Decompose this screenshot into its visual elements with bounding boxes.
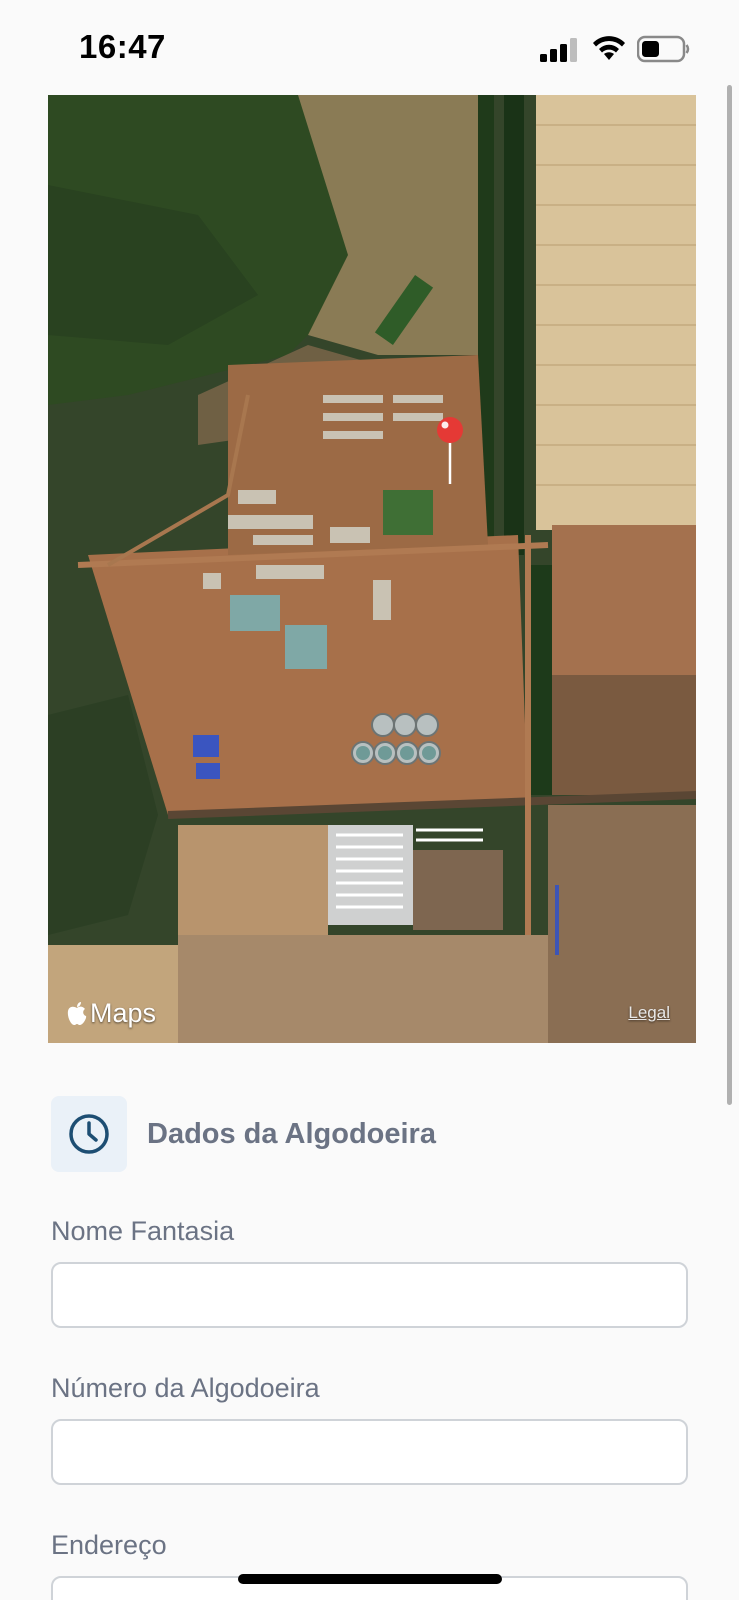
section-header: Dados da Algodoeira — [51, 1096, 436, 1172]
signal-icon — [540, 38, 577, 62]
nome-fantasia-label: Nome Fantasia — [51, 1216, 235, 1246]
maps-logo: Maps — [66, 998, 156, 1029]
map-legal-link[interactable]: Legal — [628, 1003, 670, 1023]
apple-logo-icon — [67, 1001, 87, 1025]
battery-icon — [637, 35, 690, 63]
numero-algodoeira-input[interactable] — [51, 1419, 688, 1485]
map-pin-icon[interactable] — [435, 416, 465, 486]
section-title: Dados da Algodoeira — [147, 1117, 436, 1150]
home-indicator[interactable] — [238, 1574, 502, 1584]
scroll-indicator[interactable] — [727, 85, 732, 1105]
section-icon-box — [51, 1096, 127, 1172]
maps-logo-text: Maps — [90, 998, 157, 1028]
nome-fantasia-input[interactable] — [51, 1262, 688, 1328]
status-time: 16:47 — [79, 28, 166, 65]
map-satellite-imagery — [48, 95, 696, 1043]
numero-algodoeira-label: Número da Algodoeira — [51, 1373, 320, 1403]
wifi-icon — [593, 36, 625, 60]
endereco-label: Endereço — [51, 1530, 167, 1560]
clock-icon — [69, 1114, 109, 1154]
status-bar: 16:47 — [0, 0, 739, 94]
satellite-map[interactable]: Maps Legal — [48, 95, 696, 1043]
screen: 16:47 Maps Legal Dados da Algodoeira Nom… — [0, 0, 739, 1600]
